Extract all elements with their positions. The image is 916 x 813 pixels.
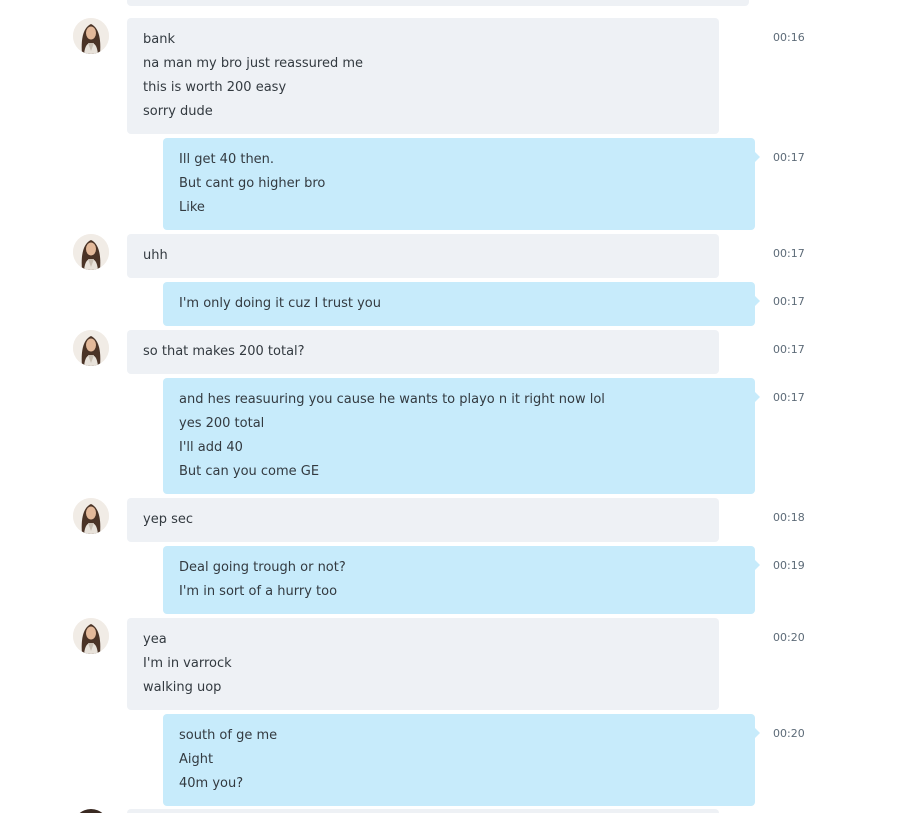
message-text: na man my bro just reassured me (143, 56, 363, 71)
message-timestamp: 00:20 (773, 727, 805, 740)
message-text: Aight (179, 752, 214, 767)
outgoing-message-bubble[interactable]: Deal going trough or not? I'm in sort of… (163, 546, 760, 614)
contact-avatar[interactable] (73, 330, 109, 366)
message-text: south of ge me (179, 728, 278, 743)
contact-avatar-icon (73, 618, 109, 654)
incoming-message-bubble[interactable]: uhh (127, 234, 719, 278)
message-text: walking uop (143, 680, 222, 695)
message-text: this is worth 200 easy (143, 80, 287, 95)
message-text: sorry dude (143, 104, 213, 119)
message-text: 40m you? (179, 776, 244, 791)
contact-avatar-icon (73, 330, 109, 366)
incoming-message-bubble[interactable]: yep sec (127, 498, 719, 542)
contact-avatar[interactable] (73, 18, 109, 54)
message-text: But cant go higher bro (179, 176, 326, 191)
message-text: so that makes 200 total? (143, 344, 305, 359)
contact-avatar-icon (73, 498, 109, 534)
outgoing-message-bubble[interactable]: south of ge me Aight 40m you? (163, 714, 760, 806)
contact-avatar[interactable] (73, 618, 109, 654)
message-text: I'll add 40 (179, 440, 243, 455)
message-text: But can you come GE (179, 464, 320, 479)
message-timestamp: 00:17 (773, 295, 805, 308)
message-text: uhh (143, 248, 168, 263)
message-timestamp: 00:17 (773, 247, 805, 260)
contact-avatar-icon (73, 234, 109, 270)
message-text: I'm in varrock (143, 656, 232, 671)
message-text: and hes reasuuring you cause he wants to… (179, 392, 605, 407)
message-text: Deal going trough or not? (179, 560, 346, 575)
message-timestamp: 00:17 (773, 151, 805, 164)
message-timestamp: 00:20 (773, 631, 805, 644)
contact-avatar-partial[interactable] (73, 809, 109, 813)
contact-avatar-icon (73, 18, 109, 54)
message-text: I'm in sort of a hurry too (179, 584, 338, 599)
previous-message-bubble-edge (127, 0, 749, 6)
incoming-message-bubble[interactable]: so that makes 200 total? (127, 330, 719, 374)
incoming-message-bubble[interactable]: bank na man my bro just reassured me thi… (127, 18, 719, 134)
message-timestamp: 00:17 (773, 391, 805, 404)
message-text: Like (179, 200, 205, 215)
message-text: Ill get 40 then. (179, 152, 275, 167)
message-text: yep sec (143, 512, 193, 527)
chat-conversation: bank na man my bro just reassured me thi… (0, 0, 916, 813)
message-timestamp: 00:19 (773, 559, 805, 572)
contact-avatar[interactable] (73, 234, 109, 270)
message-timestamp: 00:17 (773, 343, 805, 356)
outgoing-message-bubble[interactable]: Ill get 40 then. But cant go higher bro … (163, 138, 760, 230)
message-timestamp: 00:18 (773, 511, 805, 524)
message-text: I'm only doing it cuz I trust you (179, 296, 381, 311)
contact-avatar[interactable] (73, 498, 109, 534)
message-timestamp: 00:16 (773, 31, 805, 44)
incoming-message-bubble-partial[interactable] (127, 809, 719, 813)
outgoing-message-bubble[interactable]: I'm only doing it cuz I trust you (163, 282, 760, 326)
incoming-message-bubble[interactable]: yea I'm in varrock walking uop (127, 618, 719, 710)
outgoing-message-bubble[interactable]: and hes reasuuring you cause he wants to… (163, 378, 760, 494)
message-text: bank (143, 32, 175, 47)
message-text: yea (143, 632, 167, 647)
message-text: yes 200 total (179, 416, 265, 431)
